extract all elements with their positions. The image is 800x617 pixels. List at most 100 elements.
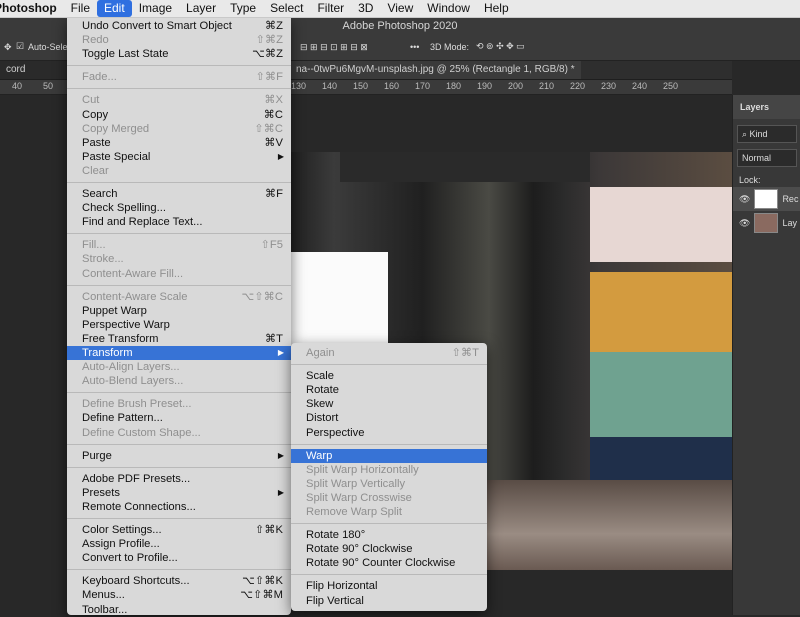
more-options-icon[interactable]: ••• — [410, 42, 419, 52]
menu-item-presets[interactable]: Presets ▶ — [67, 486, 291, 500]
menu-item-again: Again ⇧⌘T — [291, 346, 487, 360]
edit-menu: Undo Convert to Smart Object ⌘Z Redo ⇧⌘Z Tog… — [67, 17, 291, 617]
menu-item-find-and-replace-text[interactable]: Find and Replace Text... — [67, 215, 291, 229]
menu-item-transform[interactable]: Transform ▶ — [67, 346, 291, 360]
menu-item-paste-special[interactable]: Paste Special ▶ — [67, 150, 291, 164]
align-icons[interactable]: ⊟ ⊞ ⊟ ⊡ ⊞ ⊟ ⊠ — [300, 42, 368, 53]
menu-item-label: Split Warp Horizontally — [306, 463, 419, 476]
menu-item-label: Scale — [306, 370, 334, 383]
menu-item-rotate-90-clockwise[interactable]: Rotate 90° Clockwise — [291, 542, 487, 556]
menu-item-check-spelling[interactable]: Check Spelling... — [67, 201, 291, 215]
menu-item-copy-merged: Copy Merged ⇧⌘C — [67, 122, 291, 136]
menu-item-flip-vertical[interactable]: Flip Vertical — [291, 594, 487, 608]
menu-item-perspective-warp[interactable]: Perspective Warp — [67, 318, 291, 332]
3d-tools-icons[interactable]: ⟲ ⊚ ✣ ✥ ▭ — [476, 41, 525, 52]
menu-item-assign-profile[interactable]: Assign Profile... — [67, 537, 291, 551]
menu-item-rotate[interactable]: Rotate — [291, 383, 487, 397]
menu-item-purge[interactable]: Purge ▶ — [67, 449, 291, 463]
menu-item-auto-blend-layers: Auto-Blend Layers... — [67, 374, 291, 388]
app-menu[interactable]: Photoshop — [0, 0, 64, 17]
menu-item-label: Undo Convert to Smart Object — [82, 20, 232, 32]
green-crate — [590, 352, 732, 437]
blend-mode-select[interactable]: Normal — [737, 149, 797, 167]
ruler-tick: 220 — [570, 81, 586, 91]
menu-item-define-pattern[interactable]: Define Pattern... — [67, 411, 291, 425]
move-tool-icon[interactable]: ✥ — [4, 42, 12, 53]
menu-item-label: Rotate 180° — [306, 529, 366, 542]
layer-row[interactable]: 👁 Lay — [733, 211, 800, 235]
shortcut-label: ⇧⌘F — [255, 71, 283, 84]
menu-item-color-settings[interactable]: Color Settings... ⇧⌘K — [67, 523, 291, 537]
kind-filter[interactable]: ⌕ Kind — [737, 125, 797, 143]
menu-item-flip-horizontal[interactable]: Flip Horizontal — [291, 579, 487, 593]
eye-icon[interactable]: 👁 — [739, 218, 750, 229]
menu-item-split-warp-horizontally: Split Warp Horizontally — [291, 463, 487, 477]
ruler-tick: 240 — [632, 81, 648, 91]
menu-item-rotate-90-counter-clockwise[interactable]: Rotate 90° Counter Clockwise — [291, 556, 487, 570]
layer-thumbnail — [754, 189, 779, 209]
layer-row[interactable]: 👁 Rec — [733, 187, 800, 211]
menu-item-paste[interactable]: Paste ⌘V — [67, 136, 291, 150]
menu-item-copy[interactable]: Copy ⌘C — [67, 108, 291, 122]
menu-item-rotate-180[interactable]: Rotate 180° — [291, 528, 487, 542]
menu-item-label: Free Transform — [82, 332, 159, 345]
menu-item-label: Cut — [82, 94, 100, 107]
rectangle-layer-selection[interactable] — [290, 252, 388, 352]
menu-item-stroke: Stroke... — [67, 252, 291, 266]
menu-item-remote-connections[interactable]: Remote Connections... — [67, 500, 291, 514]
menu-file[interactable]: File — [64, 0, 97, 17]
menu-item-label: Define Custom Shape... — [82, 426, 201, 439]
shortcut-label: ⌘Z — [264, 20, 283, 32]
menu-item-perspective[interactable]: Perspective — [291, 426, 487, 440]
auto-select-checkbox[interactable]: ☑ — [16, 41, 24, 52]
menu-item-convert-to-profile[interactable]: Convert to Profile... — [67, 551, 291, 565]
menu-item-cut: Cut ⌘X — [67, 93, 291, 107]
menu-edit[interactable]: Edit — [97, 0, 132, 17]
menu-item-keyboard-shortcuts[interactable]: Keyboard Shortcuts... ⌥⇧⌘K — [67, 574, 291, 588]
menu-view[interactable]: View — [380, 0, 420, 17]
menu-item-define-brush-preset: Define Brush Preset... — [67, 397, 291, 411]
menu-item-distort[interactable]: Distort — [291, 411, 487, 425]
menu-separator — [67, 443, 291, 445]
menu-item-adobe-pdf-presets[interactable]: Adobe PDF Presets... — [67, 472, 291, 486]
menu-item-search[interactable]: Search ⌘F — [67, 187, 291, 201]
menu-item-label: Again — [306, 347, 335, 359]
menu-item-undo-convert-to-smart-object[interactable]: Undo Convert to Smart Object ⌘Z — [67, 19, 291, 33]
menu-item-label: Flip Vertical — [306, 594, 364, 607]
ruler-tick: 160 — [384, 81, 400, 91]
menu-item-menus[interactable]: Menus... ⌥⇧⌘M — [67, 588, 291, 602]
shortcut-label: ⌥⇧⌘K — [242, 575, 283, 588]
menu-item-toolbar[interactable]: Toolbar... — [67, 603, 291, 617]
menu-separator — [67, 88, 291, 90]
ruler-tick: 230 — [601, 81, 617, 91]
menu-help[interactable]: Help — [477, 0, 516, 17]
menu-item-label: Split Warp Crosswise — [306, 491, 412, 504]
ruler-tick: 150 — [353, 81, 369, 91]
menu-item-label: Fill... — [82, 239, 106, 252]
menu-select[interactable]: Select — [263, 0, 310, 17]
ruler-tick: 130 — [291, 81, 307, 91]
menu-item-skew[interactable]: Skew — [291, 397, 487, 411]
menu-type[interactable]: Type — [223, 0, 263, 17]
menu-item-toggle-last-state[interactable]: Toggle Last State ⌥⌘Z — [67, 47, 291, 61]
shortcut-label: ⇧⌘T — [451, 347, 479, 359]
menu-item-content-aware-scale: Content-Aware Scale ⌥⇧⌘C — [67, 290, 291, 304]
menu-item-label: Paste Special — [82, 150, 151, 163]
menu-window[interactable]: Window — [420, 0, 477, 17]
menu-layer[interactable]: Layer — [179, 0, 223, 17]
layer-name: Rec — [782, 194, 799, 204]
ruler-tick: 210 — [539, 81, 555, 91]
menu-3d[interactable]: 3D — [351, 0, 380, 17]
menu-item-scale[interactable]: Scale — [291, 369, 487, 383]
eye-icon[interactable]: 👁 — [739, 194, 750, 205]
menu-item-label: Perspective — [306, 426, 365, 439]
menu-item-warp[interactable]: Warp — [291, 448, 487, 463]
menu-item-puppet-warp[interactable]: Puppet Warp — [67, 304, 291, 318]
menu-image[interactable]: Image — [132, 0, 179, 17]
menu-item-label: Content-Aware Fill... — [82, 267, 184, 280]
shortcut-label: ⇧F5 — [260, 239, 283, 252]
layers-panel-title[interactable]: Layers — [733, 95, 800, 119]
menu-filter[interactable]: Filter — [310, 0, 351, 17]
tab-active-document[interactable]: na--0twPu6MgvM-unsplash.jpg @ 25% (Recta… — [290, 61, 581, 79]
menu-item-free-transform[interactable]: Free Transform ⌘T — [67, 332, 291, 346]
